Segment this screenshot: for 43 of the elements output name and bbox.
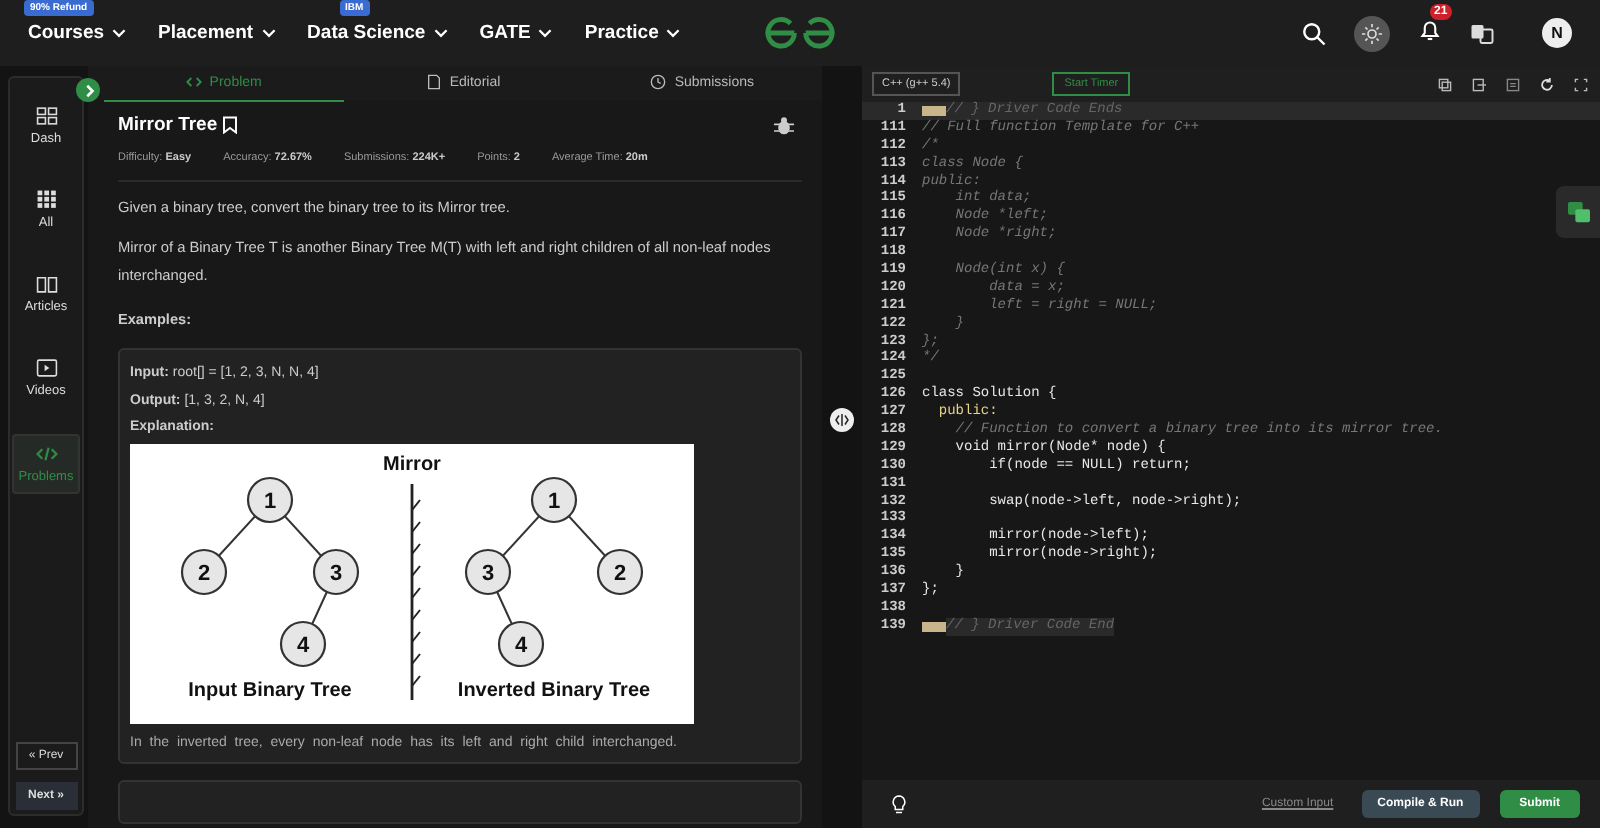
chevron-icon bbox=[538, 28, 553, 38]
nav-menu[interactable]: GATE bbox=[479, 22, 553, 44]
lightbulb-icon[interactable] bbox=[890, 793, 908, 815]
fold-marker-icon[interactable] bbox=[922, 621, 946, 632]
code-icon bbox=[35, 444, 57, 464]
format-icon[interactable] bbox=[1506, 77, 1520, 91]
document-icon bbox=[425, 74, 442, 90]
bug-icon[interactable] bbox=[774, 115, 794, 135]
export-icon[interactable] bbox=[1472, 77, 1486, 91]
chevron-icon bbox=[81, 83, 95, 97]
bell-icon[interactable] bbox=[1418, 17, 1442, 41]
chat-icon bbox=[1567, 201, 1589, 223]
resize-handle[interactable] bbox=[830, 408, 854, 432]
dashboard-icon bbox=[35, 106, 57, 126]
video-icon bbox=[35, 358, 57, 378]
nav-menu[interactable]: Practice bbox=[584, 22, 681, 44]
problem-title: Mirror Tree bbox=[118, 114, 218, 136]
arrows-icon bbox=[834, 414, 850, 426]
chat-button[interactable] bbox=[1556, 186, 1600, 238]
chevron-icon bbox=[433, 28, 448, 38]
logo-icon[interactable] bbox=[760, 16, 840, 50]
search-icon[interactable] bbox=[1302, 21, 1326, 45]
copy-icon[interactable] bbox=[1438, 77, 1452, 91]
expand-button[interactable] bbox=[76, 78, 100, 102]
bookmark-icon[interactable] bbox=[221, 116, 238, 134]
nav-menu[interactable]: Courses bbox=[28, 22, 127, 44]
tree-diagram: Mirror 1 2 3 4 Input Binary Tree 1 3 4 2 Inverted Binary Tree bbox=[130, 443, 694, 723]
chevron-icon bbox=[261, 28, 276, 38]
sun-icon bbox=[1362, 23, 1382, 43]
fold-marker-icon[interactable] bbox=[922, 105, 946, 116]
clock-icon bbox=[650, 74, 667, 90]
reset-icon[interactable] bbox=[1540, 77, 1554, 91]
nav-menu[interactable]: Data Science bbox=[307, 22, 448, 44]
grid-icon bbox=[35, 190, 57, 210]
code-icon bbox=[185, 74, 202, 90]
chevron-icon bbox=[666, 28, 681, 38]
fullscreen-icon[interactable] bbox=[1574, 77, 1588, 91]
nav-menu[interactable]: Placement bbox=[158, 22, 276, 44]
translate-icon[interactable] bbox=[1470, 21, 1494, 45]
book-icon bbox=[35, 274, 57, 294]
theme-toggle[interactable] bbox=[1354, 15, 1390, 51]
user-avatar[interactable]: N bbox=[1542, 18, 1572, 48]
chevron-icon bbox=[112, 28, 127, 38]
